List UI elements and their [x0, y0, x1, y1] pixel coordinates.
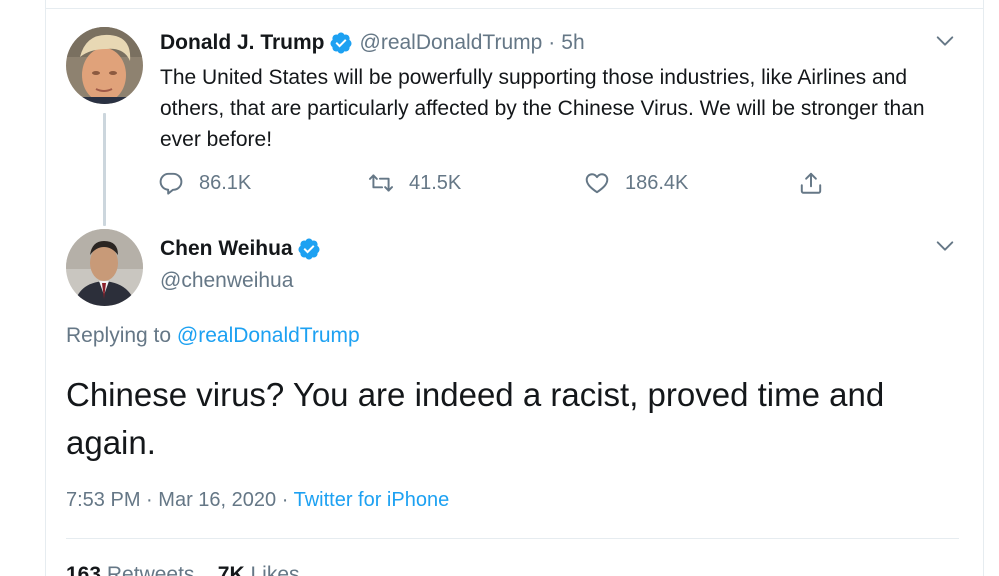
likes-label: Likes	[250, 563, 300, 576]
focused-tweet: Chen Weihua @chenweihua Replying to @rea…	[46, 225, 983, 576]
replying-to: Replying to @realDonaldTrump	[66, 323, 360, 349]
likes-stat[interactable]: 7K Likes	[218, 563, 300, 576]
replying-to-label: Replying to	[66, 324, 172, 347]
tweet-text: Chinese virus? You are indeed a racist, …	[66, 376, 885, 461]
timeline-top-border	[45, 8, 983, 9]
separator-dot: ·	[548, 31, 556, 54]
timeline-right-border	[983, 0, 984, 576]
like-icon	[585, 173, 609, 194]
avatar-image	[66, 27, 143, 104]
retweets-count: 163	[66, 563, 102, 576]
verified-badge-icon	[298, 238, 320, 260]
verified-badge-icon	[330, 32, 352, 54]
author-name-row: Chen Weihua	[160, 236, 321, 262]
retweets-label: Retweets	[106, 563, 195, 576]
tweet-text: The United States will be powerfully sup…	[160, 66, 925, 151]
tweet-timestamp[interactable]: 5h	[561, 30, 584, 56]
chevron-down-icon[interactable]	[934, 30, 956, 52]
divider	[66, 538, 959, 539]
avatar[interactable]	[66, 27, 143, 104]
separator-dot: ·	[281, 489, 289, 511]
tweet-source-link[interactable]: Twitter for iPhone	[294, 489, 450, 511]
like-count: 186.4K	[625, 171, 689, 194]
author-name[interactable]: Chen Weihua	[160, 236, 293, 262]
like-button[interactable]: 186.4K	[584, 170, 688, 196]
tweet-date[interactable]: Mar 16, 2020	[158, 489, 276, 511]
avatar[interactable]	[66, 229, 143, 306]
author-handle[interactable]: @realDonaldTrump	[360, 30, 543, 56]
tweet-header: Donald J. Trump @realDonaldTrump · 5h	[160, 30, 585, 56]
parent-tweet[interactable]: Donald J. Trump @realDonaldTrump · 5h Th…	[46, 10, 983, 226]
reply-icon	[159, 172, 183, 195]
retweets-stat[interactable]: 163 Retweets	[66, 563, 194, 576]
share-button[interactable]	[798, 170, 824, 196]
likes-count: 7K	[217, 563, 245, 576]
retweet-count: 41.5K	[409, 171, 462, 194]
avatar-image	[66, 229, 143, 306]
author-handle[interactable]: @chenweihua	[160, 268, 293, 294]
reply-button[interactable]: 86.1K	[158, 170, 251, 196]
author-name[interactable]: Donald J. Trump	[160, 30, 325, 56]
retweet-button[interactable]: 41.5K	[368, 170, 461, 196]
separator-dot: ·	[146, 489, 153, 511]
chevron-down-icon[interactable]	[934, 235, 956, 257]
replying-to-handle-link[interactable]: @realDonaldTrump	[177, 324, 360, 347]
tweet-time[interactable]: 7:53 PM	[66, 489, 140, 511]
tweet-actions: 86.1K 41.5K 186.4K	[158, 170, 838, 198]
share-icon	[800, 172, 822, 194]
retweet-icon	[368, 174, 394, 192]
reply-count: 86.1K	[199, 171, 252, 194]
tweet-metadata: 7:53 PM · Mar 16, 2020 · Twitter for iPh…	[66, 487, 449, 513]
tweet-stats: 163 Retweets 7K Likes	[66, 563, 300, 576]
thread-connector-line	[103, 113, 106, 226]
